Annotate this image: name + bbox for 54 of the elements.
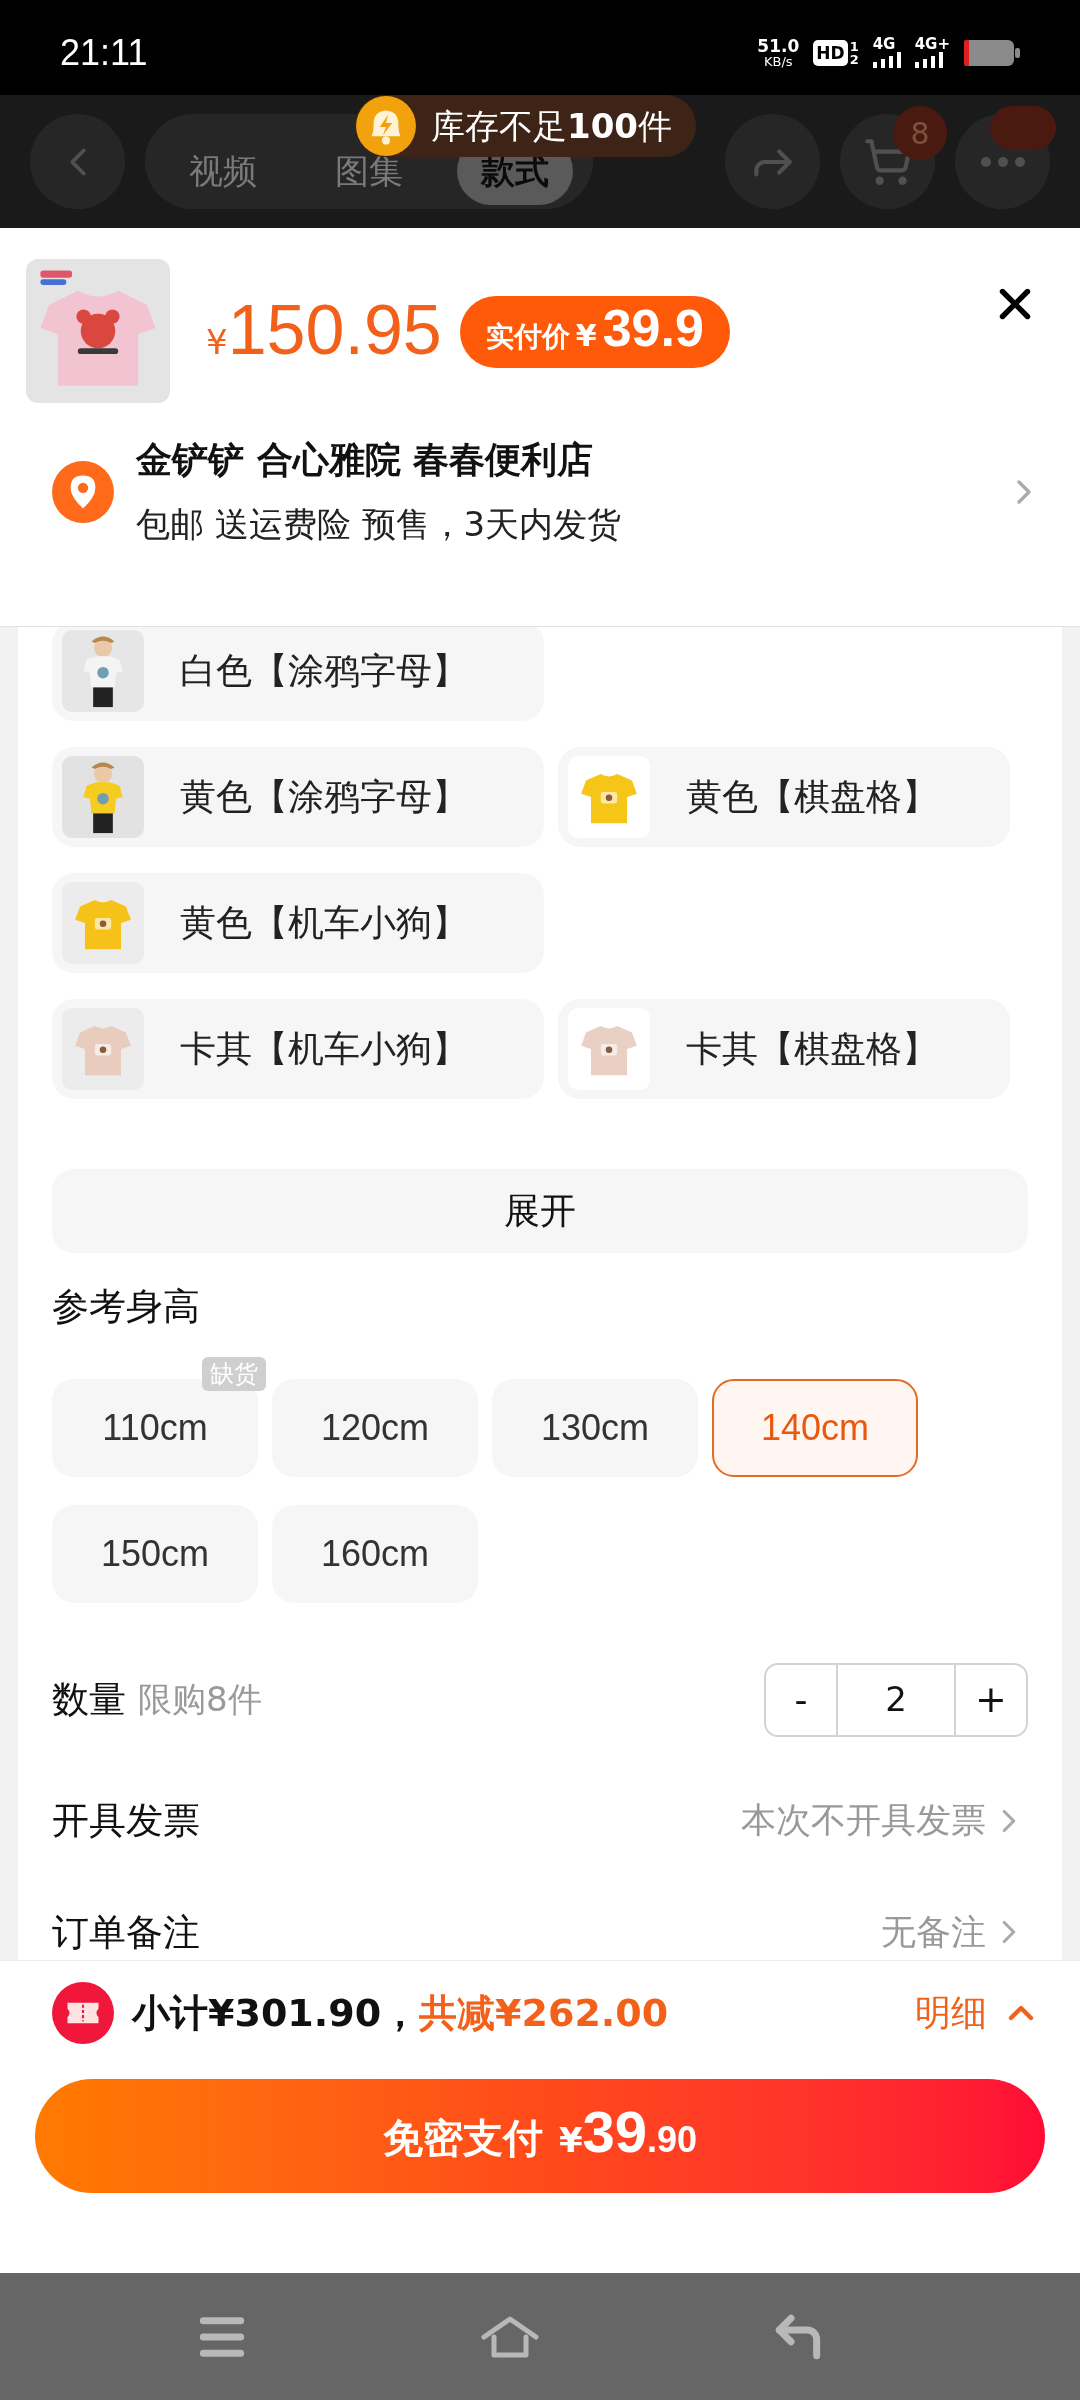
variant-option[interactable]: 黄色【机车小狗】: [52, 873, 544, 973]
address-row[interactable]: 金铲铲 合心雅院 春春便利店 包邮 送运费险 预售，3天内发货: [26, 433, 1054, 550]
size-option[interactable]: 110cm: [52, 1378, 258, 1477]
increase-button[interactable]: +: [956, 1664, 1026, 1735]
section-title: 参考身高: [52, 1284, 201, 1331]
variant-option[interactable]: 卡其【棋盘格】: [558, 999, 1010, 1099]
paid-price-label: 实付价: [485, 318, 570, 355]
expand-button[interactable]: 展开: [52, 1169, 1028, 1254]
ticket-icon: [52, 1982, 114, 2044]
paid-price: 39.9: [602, 301, 704, 354]
quantity-value[interactable]: 2: [836, 1664, 956, 1735]
home-icon[interactable]: [480, 2314, 540, 2359]
more-icon: [980, 156, 1025, 167]
purchase-limit: 限购8件: [138, 1678, 262, 1722]
notification-badge: [990, 106, 1056, 150]
price-currency: ¥: [206, 321, 228, 364]
network-type: 4G+: [914, 37, 950, 52]
network-type: 4G: [872, 37, 896, 52]
quantity-label: 数量: [52, 1677, 126, 1723]
delivery-info: 包邮 送运费险 预售，3天内发货: [136, 503, 622, 546]
sim-number: 1: [849, 39, 859, 53]
variant-option[interactable]: 白色【涂鸦字母】: [52, 627, 544, 721]
header-tab[interactable]: 视频: [165, 137, 281, 205]
product-price: 150.95: [227, 295, 442, 365]
invoice-value: 本次不开具发票: [741, 1799, 986, 1843]
discount-total: 共减¥262.00: [419, 1989, 669, 2037]
header-tab[interactable]: 图集: [311, 137, 427, 205]
bell-icon: [355, 95, 417, 157]
network-speed-unit: KB/s: [764, 54, 793, 68]
size-option[interactable]: 150cm: [52, 1504, 258, 1603]
size-option[interactable]: 160cm: [272, 1504, 478, 1603]
pay-button[interactable]: 免密支付 ¥39.90: [35, 2079, 1045, 2193]
status-time: 21:11: [60, 30, 148, 75]
variant-option[interactable]: 黄色【涂鸦字母】: [52, 747, 544, 847]
invoice-label: 开具发票: [52, 1797, 200, 1844]
decrease-button[interactable]: -: [766, 1664, 836, 1735]
invoice-row[interactable]: 开具发票 本次不开具发票: [52, 1786, 1028, 1855]
battery-icon: [964, 39, 1020, 66]
size-option[interactable]: 130cm: [492, 1378, 698, 1477]
signal-icon: [914, 52, 943, 68]
remark-label: 订单备注: [52, 1909, 200, 1956]
address-name: 金铲铲 合心雅院 春春便利店: [136, 438, 595, 482]
variant-option[interactable]: 卡其【机车小狗】: [52, 999, 544, 1099]
location-pin-icon: [52, 460, 114, 523]
remark-row[interactable]: 订单备注 无备注: [52, 1904, 1028, 1960]
network-speed: 51.0: [757, 37, 800, 55]
sim-number: 2: [849, 52, 859, 66]
size-option[interactable]: 120cm: [272, 1378, 478, 1477]
paid-price-currency: ¥: [575, 316, 597, 355]
variant-option[interactable]: 黄色【棋盘格】: [558, 747, 1010, 847]
signal-icon: [872, 52, 901, 68]
remark-value: 无备注: [881, 1911, 986, 1954]
subtotal: 小计¥301.90，: [132, 1989, 420, 2037]
hd-badge: HD: [813, 39, 848, 66]
